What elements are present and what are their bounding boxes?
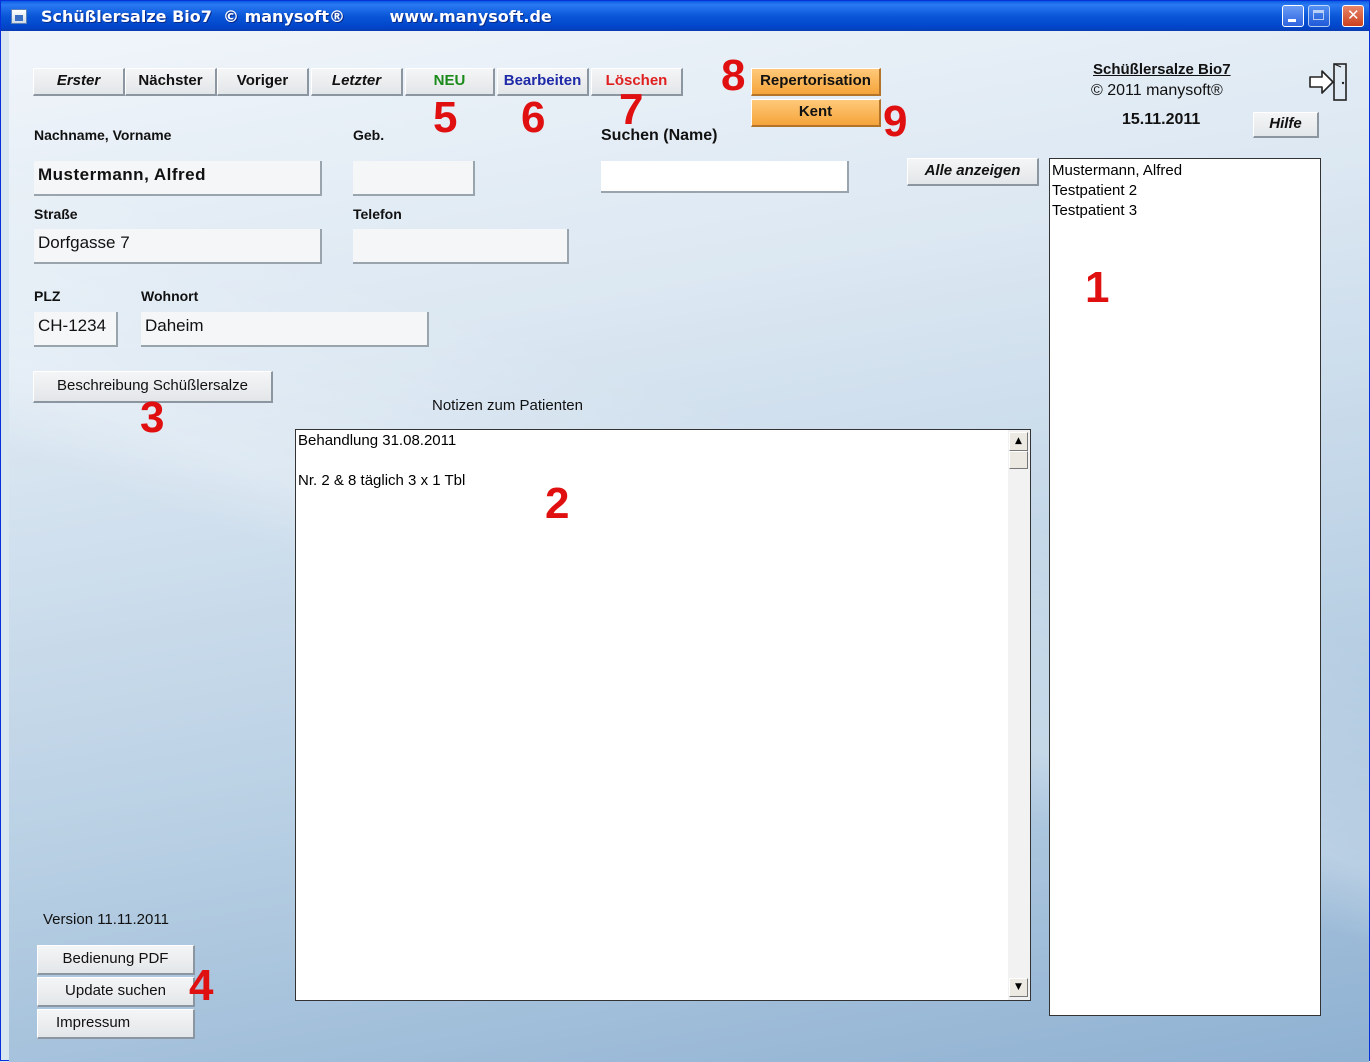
app-icon [11,9,27,24]
help-button[interactable]: Hilfe [1253,112,1319,138]
maximize-button[interactable] [1308,5,1330,27]
scroll-up-button[interactable]: ▲ [1009,432,1028,451]
kent-button[interactable]: Kent [751,99,881,127]
notes-line: Nr. 2 & 8 täglich 3 x 1 Tbl [298,472,466,489]
marker-6: 6 [521,93,546,142]
city-field[interactable]: Daheim [141,312,429,347]
brand-copyright: © 2011 manysoft® [1091,82,1223,99]
notes-textarea[interactable]: Behandlung 31.08.2011 Nr. 2 & 8 täglich … [295,429,1031,1001]
scroll-down-button[interactable]: ▼ [1009,978,1028,997]
name-label: Nachname, Vorname [34,127,172,143]
phone-field[interactable] [353,229,569,264]
exit-door-icon[interactable] [1306,61,1352,103]
zip-field[interactable]: CH-1234 [34,312,118,347]
main-form: Erster Nächster Voriger Letzter NEU Bear… [9,31,1369,1062]
marker-7: 7 [619,85,644,134]
manual-pdf-button[interactable]: Bedienung PDF [37,945,195,975]
app-window: Schüßlersalze Bio7 © manysoft® www.manys… [0,0,1370,1062]
first-record-button[interactable]: Erster [33,68,125,96]
edit-button[interactable]: Bearbeiten [497,68,589,96]
arrow-up-icon: ▲ [1015,436,1022,446]
update-button[interactable]: Update suchen [37,977,195,1007]
patient-list-item[interactable]: Mustermann, Alfred [1052,161,1320,181]
arrow-down-icon: ▼ [1015,982,1022,992]
scroll-thumb[interactable] [1009,451,1028,469]
street-field[interactable]: Dorfgasse 7 [34,229,322,264]
marker-1: 1 [1085,263,1110,312]
marker-9: 9 [883,97,908,146]
title-bar[interactable]: Schüßlersalze Bio7 © manysoft® www.manys… [1,1,1369,31]
window-title: Schüßlersalze Bio7 © manysoft® www.manys… [41,7,552,26]
close-button[interactable] [1342,5,1364,27]
brand-name: Schüßlersalze Bio7 [1093,61,1231,78]
zip-label: PLZ [34,288,61,304]
birth-date-field[interactable] [353,161,475,196]
minimize-button[interactable] [1282,5,1304,27]
marker-2: 2 [545,479,570,528]
name-field[interactable]: Mustermann, Alfred [34,161,322,196]
next-record-button[interactable]: Nächster [125,68,217,96]
patient-list-item[interactable]: Testpatient 2 [1052,181,1320,201]
birth-label: Geb. [353,127,385,143]
notes-label: Notizen zum Patienten [432,397,583,414]
last-record-button[interactable]: Letzter [311,68,403,96]
marker-4: 4 [189,961,214,1010]
city-label: Wohnort [141,288,199,304]
phone-label: Telefon [353,206,402,222]
new-button[interactable]: NEU [405,68,495,96]
imprint-button[interactable]: Impressum [37,1009,195,1039]
marker-8: 8 [721,51,746,100]
repertorisation-button[interactable]: Repertorisation [751,68,881,96]
street-label: Straße [34,206,78,222]
version-label: Version 11.11.2011 [43,911,169,928]
current-date: 15.11.2011 [1122,111,1201,128]
search-input[interactable] [601,161,849,193]
notes-scrollbar[interactable]: ▲ ▼ [1008,430,1030,1000]
marker-5: 5 [433,93,458,142]
previous-record-button[interactable]: Voriger [217,68,309,96]
show-all-button[interactable]: Alle anzeigen [907,158,1039,186]
notes-line: Behandlung 31.08.2011 [298,432,457,449]
patient-list-item[interactable]: Testpatient 3 [1052,201,1320,221]
marker-3: 3 [140,393,165,442]
